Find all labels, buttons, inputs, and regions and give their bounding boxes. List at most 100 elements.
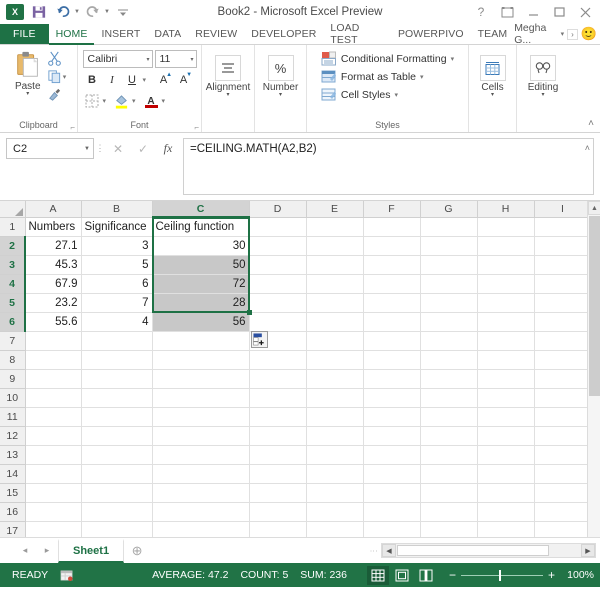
cell-i6[interactable] [534,312,592,332]
cell-c8[interactable] [152,350,250,370]
cell-b11[interactable] [81,407,153,427]
cell-b16[interactable] [81,502,153,522]
cell-e8[interactable] [306,350,364,370]
cell-d12[interactable] [249,426,307,446]
cell-e17[interactable] [306,521,364,537]
format-as-table-dropdown-icon[interactable]: ▾ [420,73,424,81]
cell-h12[interactable] [477,426,535,446]
account-dropdown-icon[interactable]: ▾ [561,30,565,38]
row-header-14[interactable]: 14 [0,464,26,484]
cell-f16[interactable] [363,502,421,522]
cell-c5[interactable]: 28 [152,293,250,313]
column-header-g[interactable]: G [420,201,478,218]
cell-c3[interactable]: 50 [152,255,250,275]
cell-d17[interactable] [249,521,307,537]
cell-d8[interactable] [249,350,307,370]
cell-d3[interactable] [249,255,307,275]
cell-b4[interactable]: 6 [81,274,153,294]
tab-home[interactable]: HOME [48,24,95,45]
cell-g12[interactable] [420,426,478,446]
row-header-7[interactable]: 7 [0,331,26,351]
cell-g14[interactable] [420,464,478,484]
cell-a12[interactable] [25,426,82,446]
column-header-e[interactable]: E [306,201,364,218]
cell-f8[interactable] [363,350,421,370]
undo-dropdown-icon[interactable]: ▼ [74,9,80,15]
cell-d15[interactable] [249,483,307,503]
cell-h15[interactable] [477,483,535,503]
tab-split-handle[interactable]: ⋮ [369,547,378,554]
cell-e12[interactable] [306,426,364,446]
cell-b12[interactable] [81,426,153,446]
cell-g6[interactable] [420,312,478,332]
cell-f1[interactable] [363,217,421,237]
cell-b9[interactable] [81,369,153,389]
cell-a6[interactable]: 55.6 [25,312,82,332]
feedback-smiley-icon[interactable]: 🙂 [581,26,597,42]
cell-styles-dropdown-icon[interactable]: ▾ [395,91,399,99]
row-header-10[interactable]: 10 [0,388,26,408]
row-header-15[interactable]: 15 [0,483,26,503]
cell-g11[interactable] [420,407,478,427]
cell-e3[interactable] [306,255,364,275]
sheet-tab-sheet1[interactable]: Sheet1 [58,538,125,563]
cell-c9[interactable] [152,369,250,389]
cell-b14[interactable] [81,464,153,484]
alignment-button[interactable]: Alignment ▾ [203,54,253,99]
row-header-3[interactable]: 3 [0,255,26,275]
cell-f13[interactable] [363,445,421,465]
collapse-ribbon-icon[interactable]: ˄ [588,118,594,129]
tab-powerpivot[interactable]: POWERPIVO [391,24,471,44]
cell-i4[interactable] [534,274,592,294]
cell-f7[interactable] [363,331,421,351]
cell-e9[interactable] [306,369,364,389]
format-painter-button[interactable] [46,86,68,103]
cell-g13[interactable] [420,445,478,465]
number-dropdown-icon[interactable]: ▾ [279,92,282,98]
cell-g8[interactable] [420,350,478,370]
clipboard-dialog-launcher-icon[interactable]: ⌐ [70,123,75,132]
font-color-dropdown-icon[interactable]: ▾ [162,97,166,105]
cell-g10[interactable] [420,388,478,408]
select-all-button[interactable] [0,201,26,218]
fill-color-dropdown-icon[interactable]: ▾ [132,97,136,105]
editing-button[interactable]: Editing ▾ [525,54,562,99]
cell-i12[interactable] [534,426,592,446]
cell-i10[interactable] [534,388,592,408]
copy-dropdown-icon[interactable]: ▾ [63,73,67,81]
row-header-1[interactable]: 1 [0,217,26,237]
tab-insert[interactable]: INSERT [94,24,147,44]
cell-g16[interactable] [420,502,478,522]
cell-c10[interactable] [152,388,250,408]
cell-a1[interactable]: Numbers [25,217,82,237]
cell-i9[interactable] [534,369,592,389]
page-layout-view-button[interactable] [391,566,413,585]
cell-g5[interactable] [420,293,478,313]
cell-c15[interactable] [152,483,250,503]
cell-e5[interactable] [306,293,364,313]
cell-a2[interactable]: 27.1 [25,236,82,256]
column-header-d[interactable]: D [249,201,307,218]
zoom-out-button[interactable]: − [449,568,456,582]
bold-button[interactable]: B [83,71,102,89]
cell-c16[interactable] [152,502,250,522]
cell-h14[interactable] [477,464,535,484]
cell-d4[interactable] [249,274,307,294]
cell-a15[interactable] [25,483,82,503]
name-box-dropdown-icon[interactable]: ▼ [84,146,90,152]
cell-f2[interactable] [363,236,421,256]
status-count[interactable]: COUNT: 5 [234,569,294,581]
cell-f10[interactable] [363,388,421,408]
row-header-17[interactable]: 17 [0,521,26,537]
cell-g7[interactable] [420,331,478,351]
auto-fill-options-button[interactable] [251,331,268,348]
scroll-up-button[interactable]: ▲ [588,201,600,215]
row-header-8[interactable]: 8 [0,350,26,370]
previous-sheet-button[interactable]: ◂ [14,541,36,561]
record-macro-icon[interactable] [54,569,80,582]
italic-button[interactable]: I [103,71,122,89]
paste-dropdown-icon[interactable]: ▾ [26,91,29,97]
tab-load-test[interactable]: LOAD TEST [323,22,391,46]
cell-e7[interactable] [306,331,364,351]
enter-formula-button[interactable]: ✓ [131,138,155,159]
